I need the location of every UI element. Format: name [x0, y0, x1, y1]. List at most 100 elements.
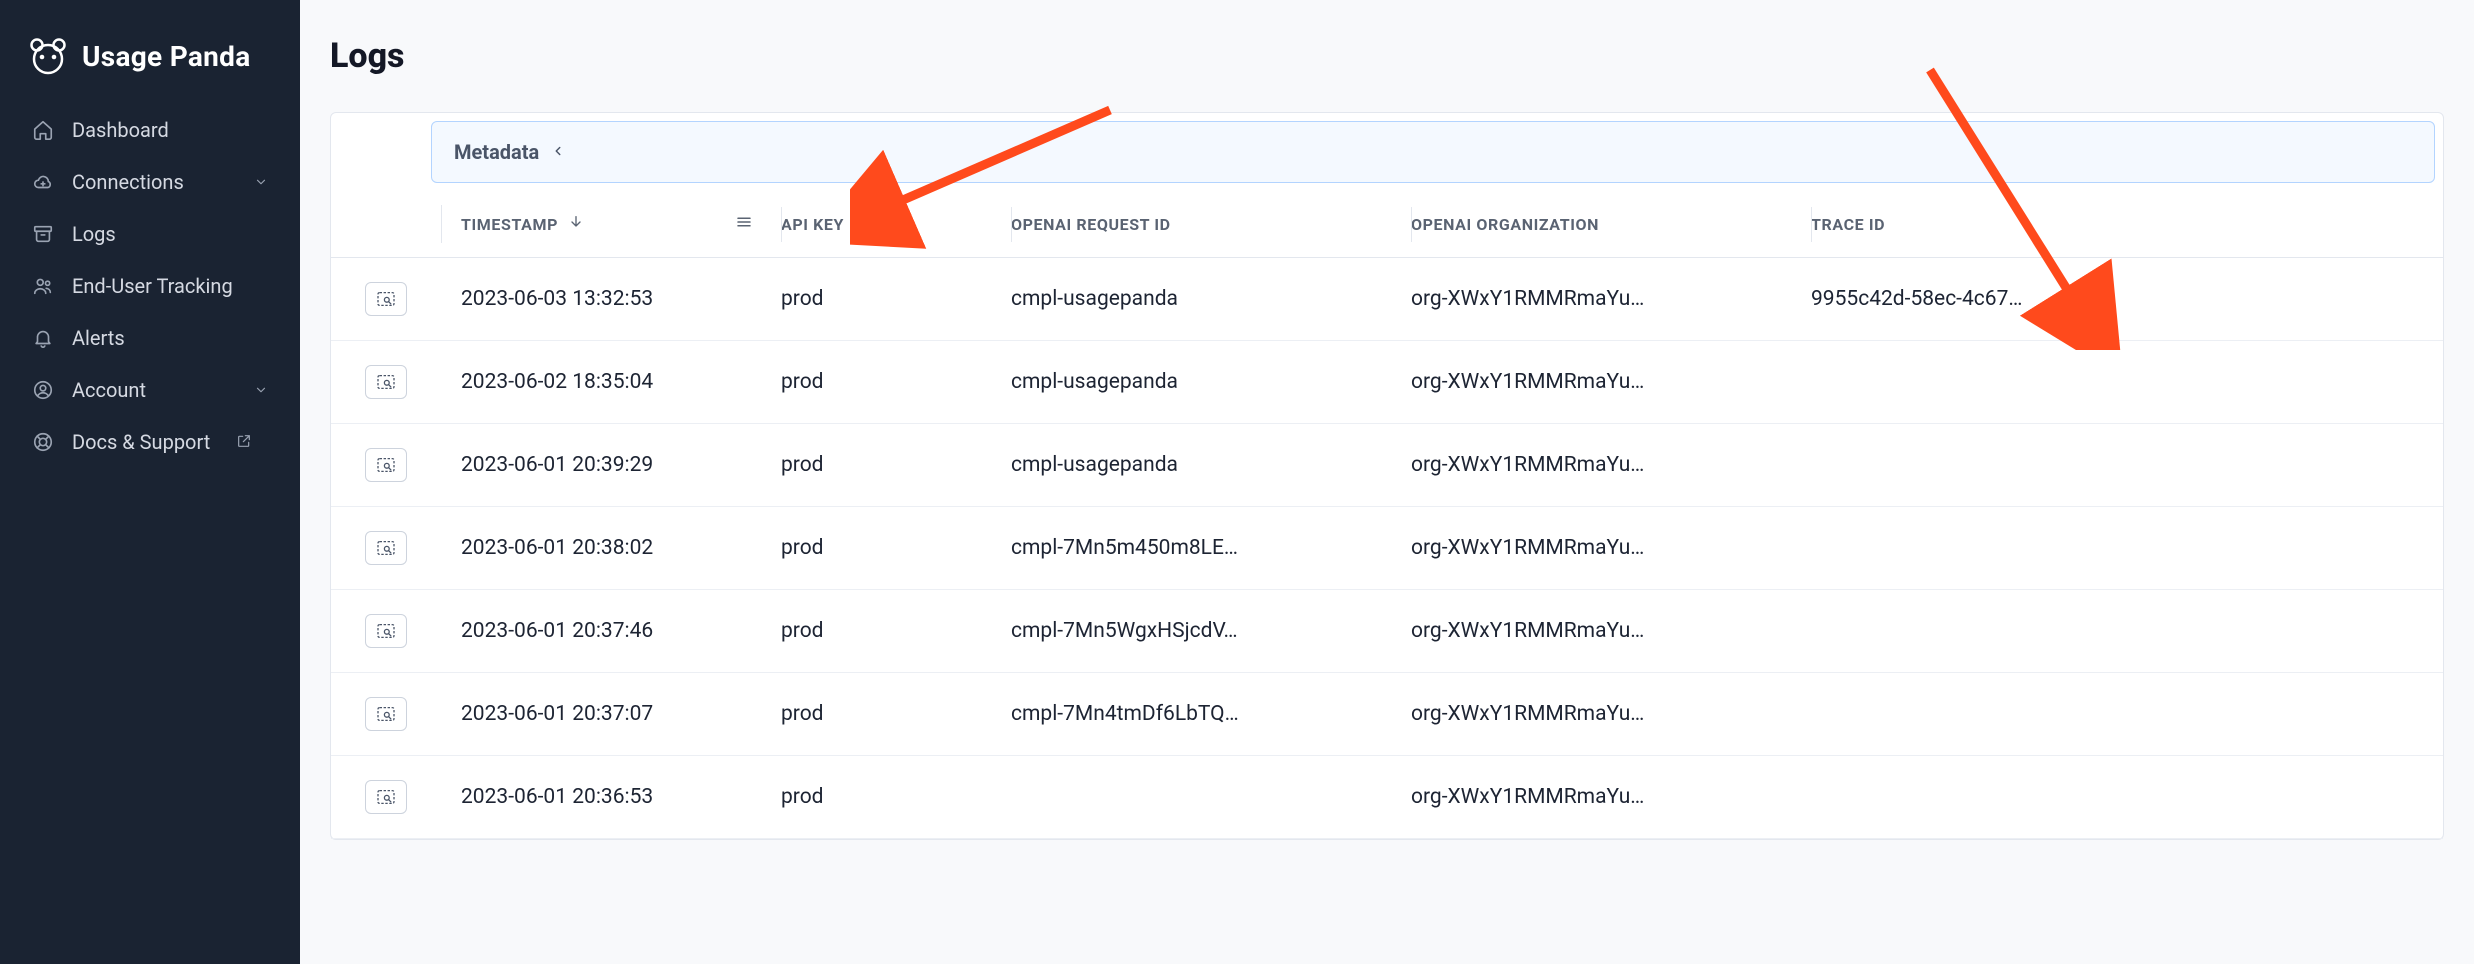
chevron-down-icon — [254, 170, 268, 194]
cell-timestamp: 2023-06-01 20:37:07 — [441, 678, 781, 750]
cell-organization: org-XWxY1RMMRmaYu… — [1411, 512, 1811, 584]
cell-trace-id — [1811, 524, 2171, 572]
cell-timestamp: 2023-06-02 18:35:04 — [441, 346, 781, 418]
cell-trace-id — [1811, 690, 2171, 738]
inspect-button[interactable] — [365, 448, 407, 482]
row-actions — [331, 424, 441, 506]
archive-icon — [32, 223, 54, 245]
column-header-timestamp[interactable]: TIMESTAMP — [441, 191, 781, 257]
row-actions — [331, 590, 441, 672]
cell-organization: org-XWxY1RMMRmaYu… — [1411, 678, 1811, 750]
table-row[interactable]: 2023-06-01 20:39:29prodcmpl-usagepandaor… — [331, 424, 2443, 507]
users-icon — [32, 275, 54, 297]
page-title: Logs — [330, 36, 2444, 76]
main-content: Logs Metadata TIMESTAMP API KEY OPENAI R… — [300, 0, 2474, 964]
inspect-button[interactable] — [365, 780, 407, 814]
cell-trace-id — [1811, 773, 2171, 821]
cell-request-id: cmpl-7Mn4tmDf6LbTQ… — [1011, 678, 1411, 750]
cell-organization: org-XWxY1RMMRmaYu… — [1411, 761, 1811, 833]
table-header-row: TIMESTAMP API KEY OPENAI REQUEST ID OPEN… — [331, 191, 2443, 258]
row-actions — [331, 673, 441, 755]
cell-request-id: cmpl-usagepanda — [1011, 346, 1411, 418]
sidebar-item-docs-support[interactable]: Docs & Support — [14, 416, 286, 468]
table-body: 2023-06-03 13:32:53prodcmpl-usagepandaor… — [331, 258, 2443, 839]
sidebar-item-alerts[interactable]: Alerts — [14, 312, 286, 364]
cell-timestamp: 2023-06-01 20:37:46 — [441, 595, 781, 667]
cell-api-key: prod — [781, 263, 1011, 335]
table-row[interactable]: 2023-06-02 18:35:04prodcmpl-usagepandaor… — [331, 341, 2443, 424]
nav-list: Dashboard Connections Logs End-User Trackin… — [0, 104, 300, 468]
cell-api-key: prod — [781, 346, 1011, 418]
table-row[interactable]: 2023-06-01 20:36:53prod org-XWxY1RMMRmaYu… — [331, 756, 2443, 839]
cell-trace-id — [1811, 607, 2171, 655]
cell-request-id: cmpl-usagepanda — [1011, 429, 1411, 501]
sidebar-item-dashboard[interactable]: Dashboard — [14, 104, 286, 156]
row-actions — [331, 341, 441, 423]
column-menu-icon[interactable] — [735, 213, 753, 235]
cell-timestamp: 2023-06-01 20:39:29 — [441, 429, 781, 501]
inspect-button[interactable] — [365, 697, 407, 731]
home-icon — [32, 119, 54, 141]
life-ring-icon — [32, 431, 54, 453]
sidebar-item-connections[interactable]: Connections — [14, 156, 286, 208]
chevron-down-icon — [254, 378, 268, 402]
cell-request-id — [1011, 773, 1411, 821]
column-header-trace-id[interactable]: TRACE ID — [1811, 193, 2171, 256]
inspect-button[interactable] — [365, 282, 407, 316]
sidebar-item-label: Connections — [72, 170, 184, 194]
cell-timestamp: 2023-06-01 20:36:53 — [441, 761, 781, 833]
row-actions — [331, 507, 441, 589]
cell-organization: org-XWxY1RMMRmaYu… — [1411, 263, 1811, 335]
external-link-icon — [236, 430, 252, 454]
inspect-button[interactable] — [365, 614, 407, 648]
cell-request-id: cmpl-usagepanda — [1011, 263, 1411, 335]
cell-trace-id — [1811, 358, 2171, 406]
table-row[interactable]: 2023-06-01 20:37:07prodcmpl-7Mn4tmDf6LbT… — [331, 673, 2443, 756]
sidebar-item-end-user-tracking[interactable]: End-User Tracking — [14, 260, 286, 312]
column-header-request-id[interactable]: OPENAI REQUEST ID — [1011, 193, 1411, 256]
row-actions — [331, 258, 441, 340]
column-header-actions — [331, 202, 441, 246]
chevron-left-icon — [551, 143, 565, 162]
sidebar-item-label: Alerts — [72, 326, 125, 350]
sidebar-item-label: Dashboard — [72, 118, 169, 142]
sidebar-item-account[interactable]: Account — [14, 364, 286, 416]
brand: Usage Panda — [0, 20, 300, 104]
metadata-collapse-bar[interactable]: Metadata — [431, 121, 2435, 183]
bell-icon — [32, 327, 54, 349]
table-row[interactable]: 2023-06-01 20:38:02prodcmpl-7Mn5m450m8LE… — [331, 507, 2443, 590]
sidebar: Usage Panda Dashboard Connections Logs End-… — [0, 0, 300, 964]
cell-api-key: prod — [781, 761, 1011, 833]
cell-api-key: prod — [781, 512, 1011, 584]
cell-trace-id: 9955c42d-58ec-4c67… — [1811, 263, 2171, 335]
cloud-icon — [32, 171, 54, 193]
cell-timestamp: 2023-06-01 20:38:02 — [441, 512, 781, 584]
metadata-label: Metadata — [454, 140, 539, 164]
sidebar-item-label: Logs — [72, 222, 116, 246]
cell-timestamp: 2023-06-03 13:32:53 — [441, 263, 781, 335]
panda-logo-icon — [28, 36, 68, 76]
cell-organization: org-XWxY1RMMRmaYu… — [1411, 346, 1811, 418]
cell-api-key: prod — [781, 678, 1011, 750]
cell-api-key: prod — [781, 595, 1011, 667]
column-header-api-key[interactable]: API KEY — [781, 193, 1011, 256]
row-actions — [331, 756, 441, 838]
user-circle-icon — [32, 379, 54, 401]
cell-api-key: prod — [781, 429, 1011, 501]
brand-name: Usage Panda — [82, 40, 251, 73]
cell-request-id: cmpl-7Mn5WgxHSjcdV… — [1011, 595, 1411, 667]
logs-table: Metadata TIMESTAMP API KEY OPENAI REQUES… — [330, 112, 2444, 840]
cell-trace-id — [1811, 441, 2171, 489]
sidebar-item-label: Docs & Support — [72, 430, 210, 454]
table-row[interactable]: 2023-06-03 13:32:53prodcmpl-usagepandaor… — [331, 258, 2443, 341]
cell-organization: org-XWxY1RMMRmaYu… — [1411, 595, 1811, 667]
sidebar-item-label: End-User Tracking — [72, 274, 233, 298]
cell-request-id: cmpl-7Mn5m450m8LE… — [1011, 512, 1411, 584]
inspect-button[interactable] — [365, 531, 407, 565]
sort-desc-icon — [568, 214, 584, 234]
column-header-organization[interactable]: OPENAI ORGANIZATION — [1411, 193, 1811, 256]
table-row[interactable]: 2023-06-01 20:37:46prodcmpl-7Mn5WgxHSjcd… — [331, 590, 2443, 673]
inspect-button[interactable] — [365, 365, 407, 399]
sidebar-item-label: Account — [72, 378, 146, 402]
sidebar-item-logs[interactable]: Logs — [14, 208, 286, 260]
